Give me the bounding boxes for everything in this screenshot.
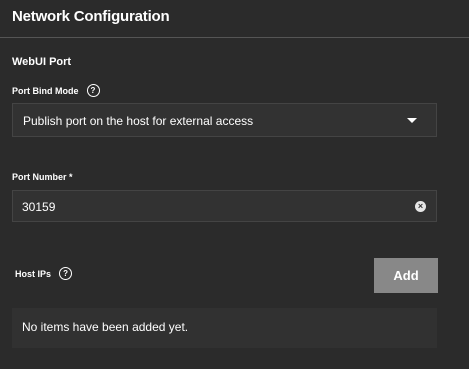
panel-header: Network Configuration <box>0 0 469 38</box>
port-number-label: Port Number * <box>12 172 73 182</box>
host-ips-label-text: Host IPs <box>15 268 52 279</box>
clear-circle-icon[interactable]: × <box>415 201 426 212</box>
port-number-label-text: Port Number * <box>12 172 73 182</box>
webui-port-section-title: WebUI Port <box>12 56 72 68</box>
network-configuration-panel: Network Configuration WebUI Port Port Bi… <box>0 0 469 369</box>
help-circle-icon[interactable]: ? <box>86 84 100 97</box>
port-number-input[interactable] <box>22 197 402 217</box>
port-bind-mode-value: Publish port on the host for external ac… <box>23 114 254 128</box>
panel-title: Network Configuration <box>12 8 170 25</box>
caret-down-icon <box>407 118 417 123</box>
help-circle-icon[interactable]: ? <box>59 267 73 280</box>
empty-list-message: No items have been added yet. <box>22 320 189 334</box>
host-ips-label: Host IPs ? <box>15 267 73 280</box>
port-bind-mode-label-text: Port Bind Mode <box>12 85 79 96</box>
port-number-field: × <box>12 190 437 222</box>
port-bind-mode-select[interactable]: Publish port on the host for external ac… <box>12 103 437 137</box>
port-bind-mode-label: Port Bind Mode ? <box>12 84 100 97</box>
host-ips-list: No items have been added yet. <box>12 308 437 348</box>
add-host-ip-button[interactable]: Add <box>374 258 438 293</box>
